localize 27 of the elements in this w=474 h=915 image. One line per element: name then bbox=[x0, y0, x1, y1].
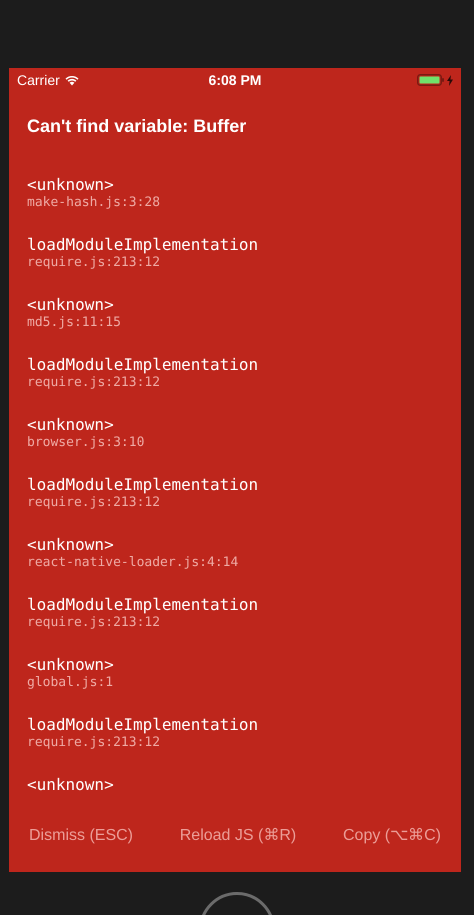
status-time: 6:08 PM bbox=[208, 70, 262, 90]
stack-frame-method[interactable]: <unknown> bbox=[27, 535, 114, 555]
error-message: Can't find variable: Buffer bbox=[26, 115, 248, 138]
stack-frame-method[interactable]: <unknown> bbox=[27, 775, 114, 795]
stack-frame-method[interactable]: loadModuleImplementation bbox=[27, 235, 258, 255]
stack-frame-location: browser.js:3:10 bbox=[27, 435, 144, 451]
battery-icon bbox=[417, 74, 445, 86]
stack-frame-method[interactable]: <unknown> bbox=[27, 415, 114, 435]
stack-frame-location: require.js:213:12 bbox=[27, 255, 160, 271]
stack-frame-method[interactable]: loadModuleImplementation bbox=[27, 715, 258, 735]
carrier-label: Carrier bbox=[17, 70, 60, 90]
stack-frame-location: global.js:1 bbox=[27, 675, 114, 691]
stack-frame-method[interactable]: loadModuleImplementation bbox=[27, 475, 258, 495]
stack-frame-method[interactable]: <unknown> bbox=[27, 295, 114, 315]
wifi-icon bbox=[64, 74, 80, 86]
stack-frame-location: require.js:213:12 bbox=[27, 615, 160, 631]
stack-frame-location: require.js:213:12 bbox=[27, 495, 160, 511]
stack-frame-method[interactable]: <unknown> bbox=[27, 175, 114, 195]
stack-frame-location: make-hash.js:3:28 bbox=[27, 195, 160, 211]
stack-frame-location: md5.js:11:15 bbox=[27, 315, 121, 331]
stack-frame-method[interactable]: loadModuleImplementation bbox=[27, 595, 258, 615]
stack-frame-method[interactable]: <unknown> bbox=[27, 655, 114, 675]
charging-icon bbox=[447, 74, 453, 86]
stack-frame-method[interactable]: loadModuleImplementation bbox=[27, 355, 258, 375]
stack-frame-location: react-native-loader.js:4:14 bbox=[27, 555, 238, 571]
stack-frame-location: require.js:213:12 bbox=[27, 375, 160, 391]
stack-frame-location: require.js:213:12 bbox=[27, 735, 160, 751]
